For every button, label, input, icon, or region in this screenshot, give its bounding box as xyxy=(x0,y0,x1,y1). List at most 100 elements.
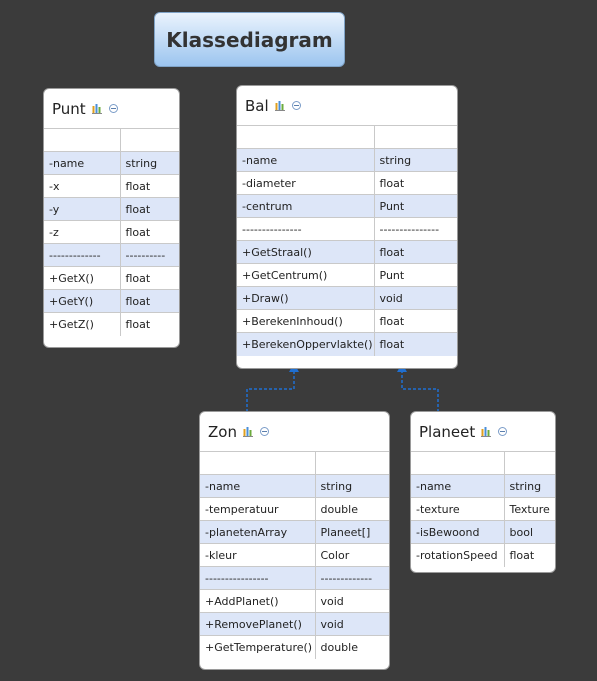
collapse-icon[interactable] xyxy=(108,104,118,113)
member-type: ------------- xyxy=(314,566,389,590)
member-name: +GetX() xyxy=(44,266,121,290)
member-name xyxy=(44,128,121,152)
member-row: -rotationSpeed float xyxy=(411,543,555,567)
member-type: string xyxy=(373,148,457,172)
member-type: float xyxy=(373,171,457,195)
member-name: ---------------- xyxy=(200,566,316,590)
member-type: bool xyxy=(503,520,555,544)
class-name: Zon xyxy=(208,422,237,441)
member-type: void xyxy=(314,612,389,636)
member-type: double xyxy=(314,497,389,521)
member-name: -planetenArray xyxy=(200,520,316,544)
member-name xyxy=(200,451,316,475)
member-name: -x xyxy=(44,174,121,198)
collapse-icon[interactable] xyxy=(259,427,269,436)
collapse-icon[interactable] xyxy=(498,427,508,436)
member-name: +GetZ() xyxy=(44,312,121,336)
member-row: +AddPlanet() void xyxy=(200,589,389,613)
member-type: float xyxy=(119,174,179,198)
member-row: --------------- --------------- xyxy=(237,217,457,241)
member-name: -name xyxy=(237,148,375,172)
class-table-planeet: -name string -texture Texture -isBewoond bool… xyxy=(411,451,555,567)
member-name: -y xyxy=(44,197,121,221)
member-name: ------------- xyxy=(44,243,121,267)
class-box-bal[interactable]: Bal -name string -diameter float -centrum Pun… xyxy=(236,85,458,369)
member-name: +GetY() xyxy=(44,289,121,313)
member-row: -diameter float xyxy=(237,171,457,195)
member-name: +GetTemperature() xyxy=(200,635,316,659)
member-row: +GetStraal() float xyxy=(237,240,457,264)
member-type xyxy=(314,451,389,475)
member-type: string xyxy=(119,151,179,175)
member-name: -isBewoond xyxy=(411,520,505,544)
member-name: -kleur xyxy=(200,543,316,567)
class-table-bal: -name string -diameter float -centrum Punt ---… xyxy=(237,125,457,356)
member-row: -y float xyxy=(44,197,179,221)
member-row: +BerekenInhoud() float xyxy=(237,309,457,333)
member-type xyxy=(373,125,457,149)
class-box-punt[interactable]: Punt -name string -x float -y float -z float ---… xyxy=(43,88,180,348)
member-type: ---------- xyxy=(119,243,179,267)
member-name: -temperatuur xyxy=(200,497,316,521)
member-name: +BerekenInhoud() xyxy=(237,309,375,333)
member-row: -kleur Color xyxy=(200,543,389,567)
member-name: +AddPlanet() xyxy=(200,589,316,613)
attributes-icon xyxy=(91,104,102,114)
blank-row xyxy=(411,451,555,475)
member-name: +Draw() xyxy=(237,286,375,310)
blank-row xyxy=(200,451,389,475)
member-name xyxy=(411,451,505,475)
class-name: Bal xyxy=(245,96,269,115)
member-name: -rotationSpeed xyxy=(411,543,505,567)
member-name: -name xyxy=(44,151,121,175)
member-row: +GetX() float xyxy=(44,266,179,290)
class-box-planeet[interactable]: Planeet -name string -texture Texture -isBew… xyxy=(410,411,556,573)
member-row: -z float xyxy=(44,220,179,244)
member-type: Planeet[] xyxy=(314,520,389,544)
member-type: float xyxy=(119,220,179,244)
member-name: +BerekenOppervlakte() xyxy=(237,332,375,356)
member-name: --------------- xyxy=(237,217,375,241)
class-box-zon[interactable]: Zon -name string -temperatuur double -planet… xyxy=(199,411,390,670)
member-type: float xyxy=(373,240,457,264)
member-type: float xyxy=(119,289,179,313)
member-name: -centrum xyxy=(237,194,375,218)
member-row: -texture Texture xyxy=(411,497,555,521)
member-type: void xyxy=(373,286,457,310)
member-type: double xyxy=(314,635,389,659)
member-type: float xyxy=(373,309,457,333)
member-name xyxy=(237,125,375,149)
class-header: Planeet xyxy=(411,412,555,451)
member-type: --------------- xyxy=(373,217,457,241)
member-name: -name xyxy=(200,474,316,498)
blank-row xyxy=(44,128,179,152)
attributes-icon xyxy=(274,101,285,111)
connector-zon-bal xyxy=(246,368,295,412)
blank-row xyxy=(237,125,457,149)
member-type: string xyxy=(503,474,555,498)
connector-planeet-bal xyxy=(401,368,439,412)
member-type: float xyxy=(373,332,457,356)
class-table-zon: -name string -temperatuur double -planetenAr… xyxy=(200,451,389,659)
member-name: +RemovePlanet() xyxy=(200,612,316,636)
member-type: void xyxy=(314,589,389,613)
member-row: -isBewoond bool xyxy=(411,520,555,544)
member-row: +BerekenOppervlakte() float xyxy=(237,332,457,356)
member-row: -planetenArray Planeet[] xyxy=(200,520,389,544)
member-row: -name string xyxy=(237,148,457,172)
member-type: float xyxy=(503,543,555,567)
member-row: -name string xyxy=(44,151,179,175)
member-row: -x float xyxy=(44,174,179,198)
member-type: string xyxy=(314,474,389,498)
collapse-icon[interactable] xyxy=(291,101,301,110)
member-name: +GetCentrum() xyxy=(237,263,375,287)
class-name: Planeet xyxy=(419,422,476,441)
member-row: +GetCentrum() Punt xyxy=(237,263,457,287)
class-table-punt: -name string -x float -y float -z float --------… xyxy=(44,128,179,336)
member-name: -diameter xyxy=(237,171,375,195)
member-type: Texture xyxy=(503,497,555,521)
member-row: +GetTemperature() double xyxy=(200,635,389,659)
member-row: +GetZ() float xyxy=(44,312,179,336)
member-type: float xyxy=(119,312,179,336)
member-row: -centrum Punt xyxy=(237,194,457,218)
